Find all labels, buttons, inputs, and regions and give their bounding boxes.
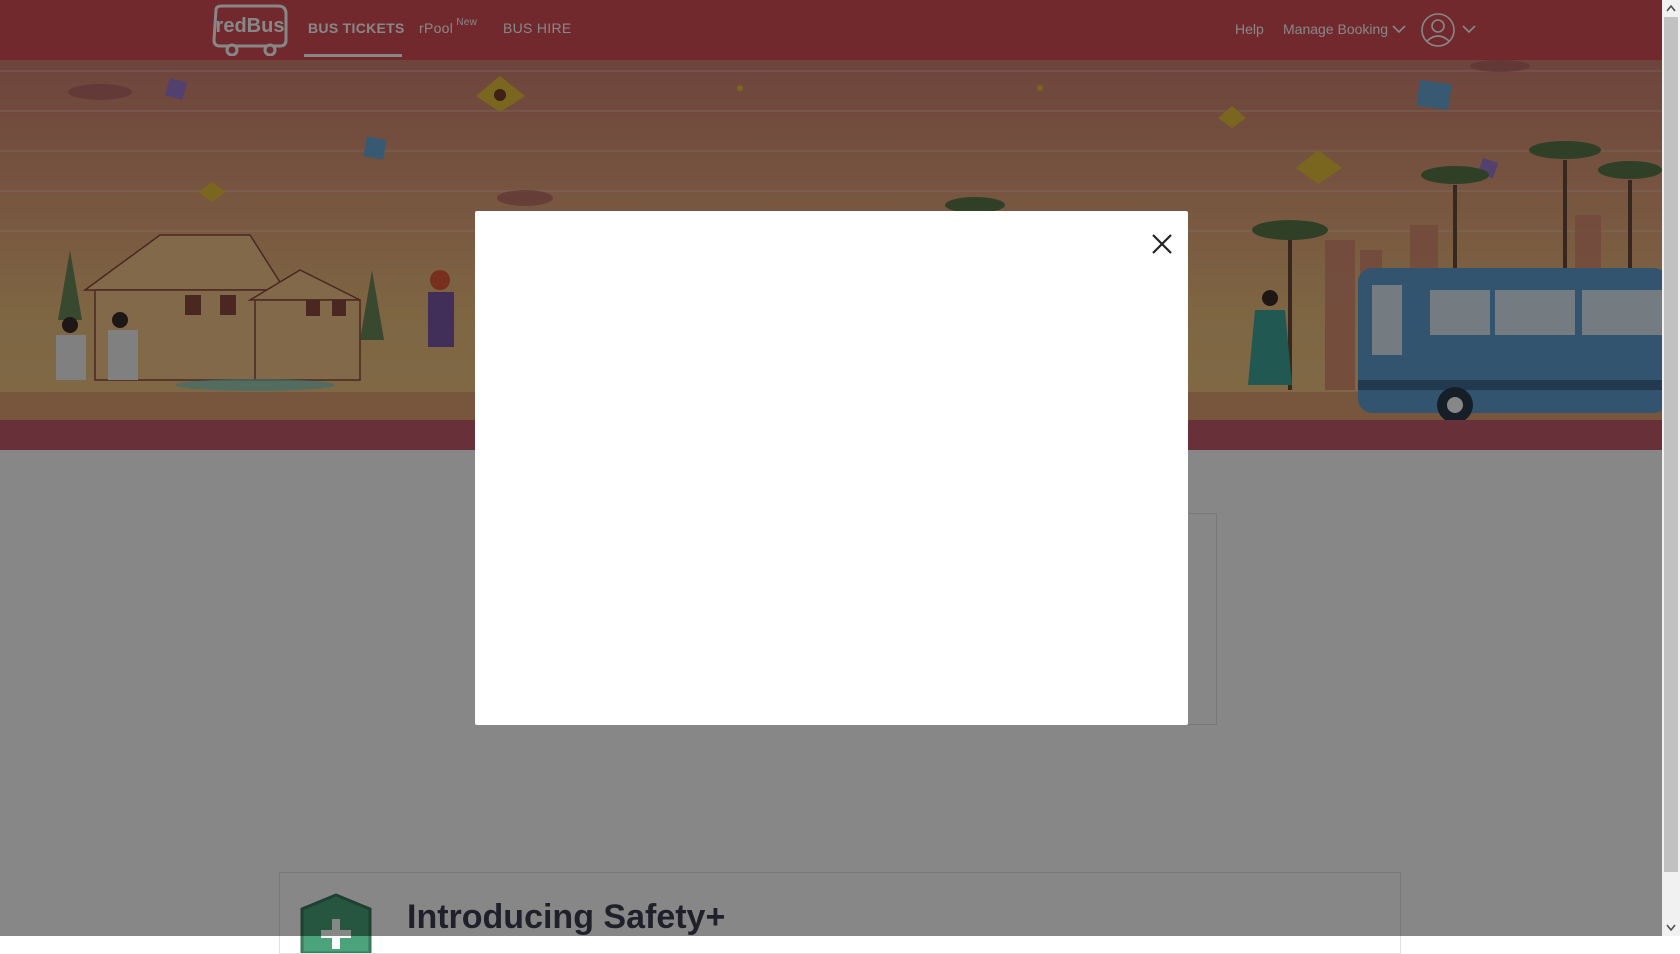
vertical-scrollbar[interactable] (1662, 0, 1680, 936)
scrollbar-thumb[interactable] (1664, 17, 1678, 872)
scroll-down-arrow-icon[interactable] (1662, 919, 1680, 936)
modal-dialog (475, 211, 1188, 725)
scroll-up-arrow-icon[interactable] (1662, 0, 1680, 17)
close-icon[interactable] (1150, 232, 1174, 256)
